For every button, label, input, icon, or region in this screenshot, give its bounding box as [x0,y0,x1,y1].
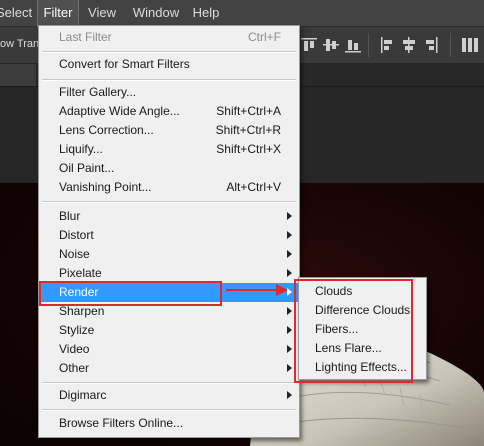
menu-item-filter-gallery[interactable]: Filter Gallery... [40,83,298,102]
submenu-arrow-icon [287,326,292,334]
menu-item-shortcut: Shift+Ctrl+X [216,142,281,156]
menu-item-other[interactable]: Other [40,359,298,378]
menu-item-liquify[interactable]: Liquify... Shift+Ctrl+X [40,140,298,159]
menu-separator [42,201,296,203]
menu-item-video[interactable]: Video [40,340,298,359]
menu-item-label: Lens Correction... [59,123,154,137]
options-separator [368,33,369,57]
menu-item-label: Blur [59,209,81,223]
menu-item-shortcut: Shift+Ctrl+A [216,104,281,118]
menu-item-label: Digimarc [59,388,107,402]
menu-item-lens-correction[interactable]: Lens Correction... Shift+Ctrl+R [40,121,298,140]
menu-filter[interactable]: Filter [37,0,79,27]
menu-view[interactable]: View [84,0,120,26]
menu-item-vanishing-point[interactable]: Vanishing Point... Alt+Ctrl+V [40,178,298,197]
distribute-left-icon[interactable] [378,35,396,55]
menu-item-label: Noise [59,247,90,261]
filter-menu: Last Filter Ctrl+F Convert for Smart Fil… [38,25,300,438]
menu-item-digimarc[interactable]: Digimarc [40,386,298,405]
menu-item-shortcut: Alt+Ctrl+V [226,180,281,194]
menu-item-adaptive-wide-angle[interactable]: Adaptive Wide Angle... Shift+Ctrl+A [40,102,298,121]
submenu-arrow-icon [287,345,292,353]
menu-bar: Select Filter View Window Help [0,0,484,27]
menu-item-label: Last Filter [59,30,112,44]
menu-item-label: Convert for Smart Filters [59,57,190,71]
submenu-arrow-icon [287,307,292,315]
menu-item-stylize[interactable]: Stylize [40,321,298,340]
menu-item-label: Liquify... [59,142,103,156]
submenu-arrow-icon [287,250,292,258]
annotation-arrow-icon [226,284,288,296]
menu-item-convert-for-smart-filters[interactable]: Convert for Smart Filters [40,55,298,74]
options-separator [450,33,451,57]
submenu-arrow-icon [287,391,292,399]
annotation-highlight-box-render [39,281,222,306]
distribute-right-icon[interactable] [422,35,440,55]
submenu-arrow-icon [287,212,292,220]
menu-item-browse-filters-online[interactable]: Browse Filters Online... [40,414,298,433]
menu-separator [42,51,296,53]
annotation-highlight-box-submenu [294,279,413,383]
menu-item-label: Video [59,342,90,356]
submenu-arrow-icon [287,269,292,277]
document-tab[interactable] [0,64,36,86]
menu-item-label: Distort [59,228,94,242]
menu-item-distort[interactable]: Distort [40,226,298,245]
menu-item-label: Browse Filters Online... [59,416,184,430]
menu-separator [42,409,296,411]
menu-item-label: Vanishing Point... [59,180,152,194]
menu-item-shortcut: Shift+Ctrl+R [215,123,281,137]
menu-item-label: Adaptive Wide Angle... [59,104,180,118]
menu-select[interactable]: Select [0,0,32,26]
menu-item-oil-paint[interactable]: Oil Paint... [40,159,298,178]
menu-window[interactable]: Window [128,0,184,26]
distribute-center-icon[interactable] [400,35,418,55]
menu-item-label: Stylize [59,323,95,337]
menu-help[interactable]: Help [188,0,224,26]
submenu-arrow-icon [287,231,292,239]
menu-separator [42,79,296,81]
menu-separator [42,382,296,384]
menu-item-shortcut: Ctrl+F [248,30,281,44]
menu-item-last-filter[interactable]: Last Filter Ctrl+F [40,28,298,47]
align-vertical-center-icon[interactable] [322,35,340,55]
menu-item-blur[interactable]: Blur [40,207,298,226]
align-top-icon[interactable] [300,35,318,55]
menu-item-noise[interactable]: Noise [40,245,298,264]
menu-item-label: Other [59,361,90,375]
align-bottom-icon[interactable] [344,35,362,55]
menu-item-label: Filter Gallery... [59,85,137,99]
menu-item-label: Oil Paint... [59,161,115,175]
auto-align-icon[interactable] [460,35,478,55]
submenu-arrow-icon [287,364,292,372]
